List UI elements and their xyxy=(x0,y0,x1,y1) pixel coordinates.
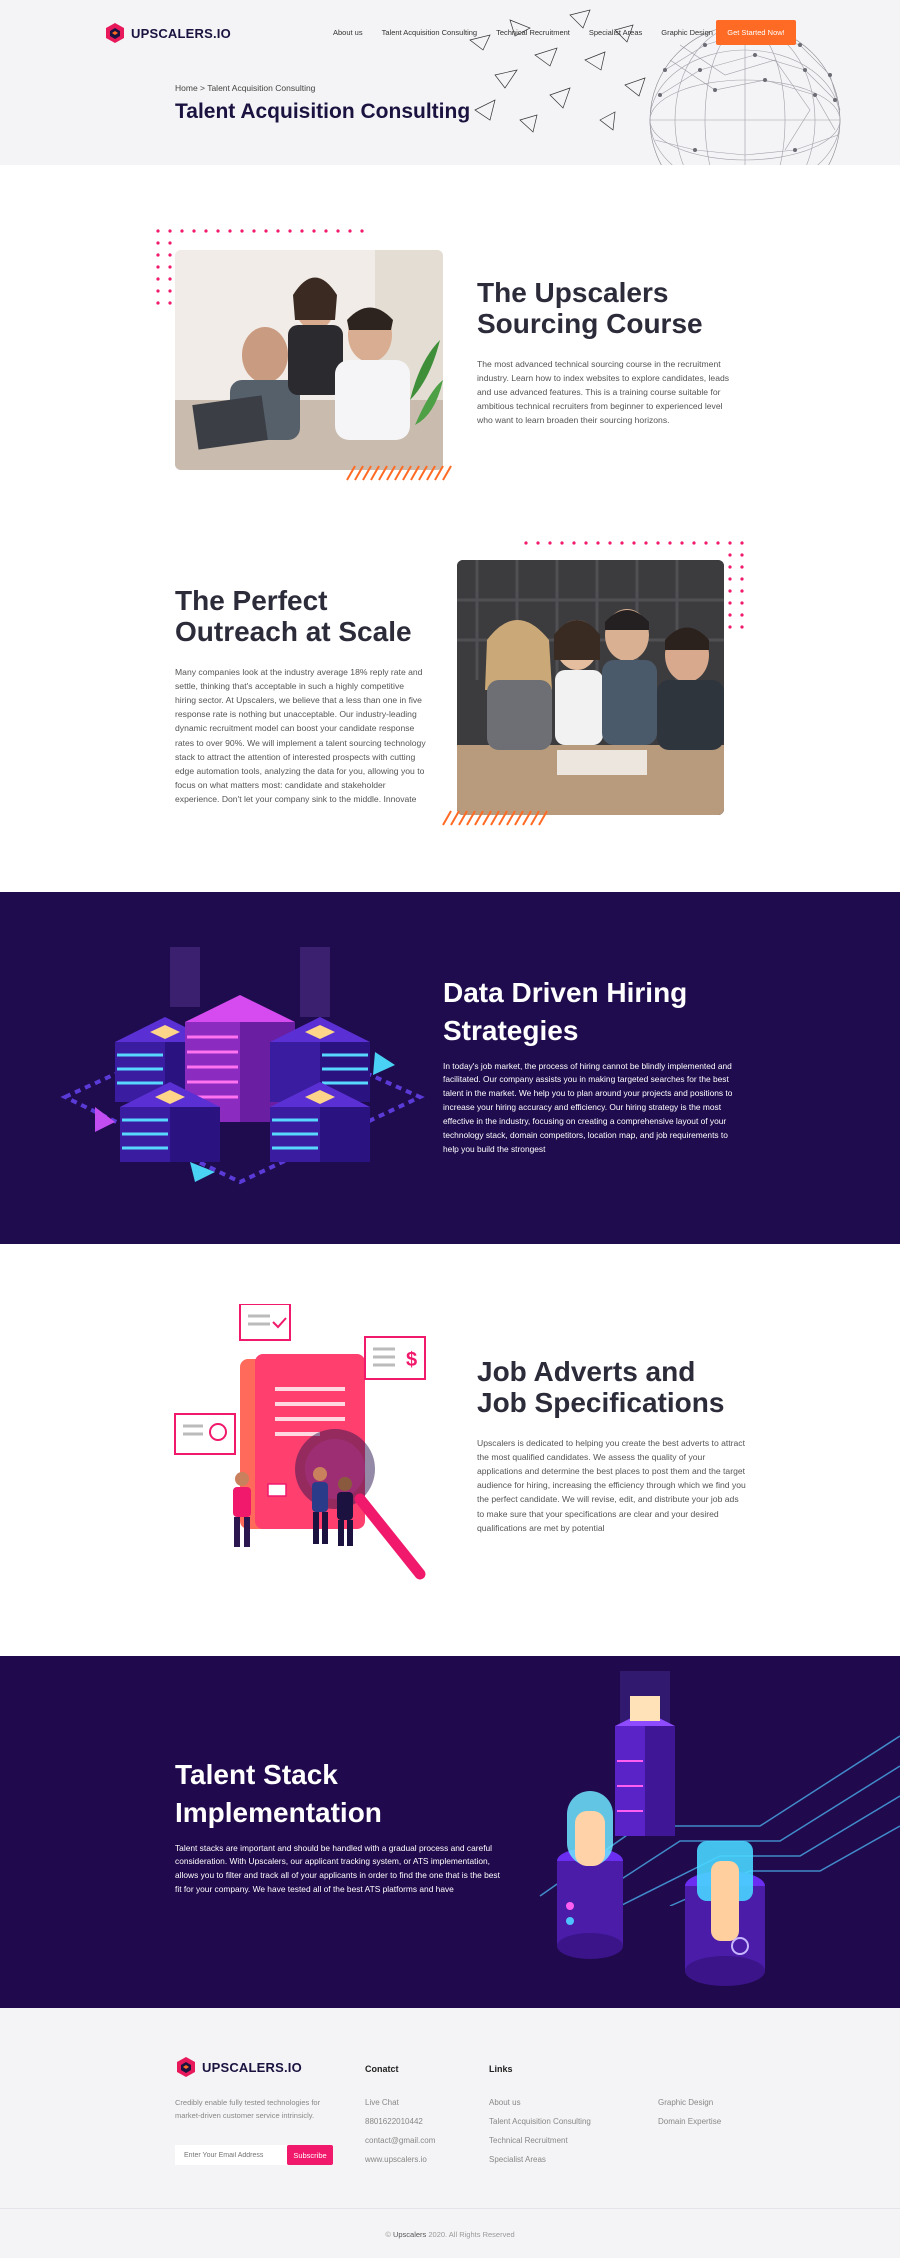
title-line-2: Outreach at Scale xyxy=(175,616,412,648)
section-title: Data Driven Hiring Strategies xyxy=(443,974,733,1050)
links-heading: Links xyxy=(489,2064,513,2074)
footer-link-graphic-design[interactable]: Graphic Design xyxy=(658,2098,721,2117)
page-header: UPSCALERS.IO About us Talent Acquisition… xyxy=(0,0,900,165)
title-line-1: Job Adverts and xyxy=(477,1356,696,1387)
section-data-driven: Data Driven Hiring Strategies In today's… xyxy=(0,892,900,1244)
site-footer: UPSCALERS.IO Credibly enable fully teste… xyxy=(0,2008,900,2208)
page-title: Talent Acquisition Consulting xyxy=(175,100,471,123)
section-talent-stack: Talent Stack Implementation Talent stack… xyxy=(0,1656,900,2008)
meeting-photo-illustration xyxy=(457,560,724,815)
brand-name: UPSCALERS.IO xyxy=(202,2059,302,2075)
footer-link-domain-expertise[interactable]: Domain Expertise xyxy=(658,2117,721,2136)
meeting-photo xyxy=(457,560,724,815)
title-line-2: Job Specifications xyxy=(477,1387,725,1419)
title-line-2: Implementation xyxy=(175,1796,382,1828)
nav-link-specialist-areas[interactable]: Specialist Areas xyxy=(589,28,642,37)
footer-link-specialist-areas[interactable]: Specialist Areas xyxy=(489,2155,591,2174)
section-text: Upscalers is dedicated to helping you cr… xyxy=(477,1437,746,1533)
contact-heading: Conatct xyxy=(365,2064,399,2074)
nav-link-graphic-design[interactable]: Graphic Design xyxy=(661,28,713,37)
footer-tagline: Credibly enable fully tested technologie… xyxy=(175,2098,321,2120)
title-line-1: Data Driven Hiring xyxy=(443,977,688,1008)
footer-logo[interactable]: UPSCALERS.IO xyxy=(175,2056,302,2078)
title-line-1: Talent Stack xyxy=(175,1759,338,1790)
section-title: The Perfect Outreach at Scale xyxy=(175,585,427,648)
title-line-1: The Perfect xyxy=(175,585,328,616)
footer-link-talent-acquisition[interactable]: Talent Acquisition Consulting xyxy=(489,2117,591,2136)
server-isometric-illustration xyxy=(60,947,425,1185)
team-working-photo xyxy=(175,250,443,470)
talent-stack-illustration xyxy=(557,1671,765,1986)
subscribe-button[interactable]: Subscribe xyxy=(287,2145,333,2165)
contact-email[interactable]: contact@gmail.com xyxy=(365,2136,435,2155)
section-text: In today's job market, the process of hi… xyxy=(443,1060,733,1154)
nav-link-talent-acquisition[interactable]: Talent Acquisition Consulting xyxy=(382,28,477,37)
contact-list: Live Chat 8801622010442 contact@gmail.co… xyxy=(365,2098,435,2174)
footer-links-col-1: About us Talent Acquisition Consulting T… xyxy=(489,2098,591,2174)
section-job-adverts: $ Job Adverts and Job Specifications Ups… xyxy=(0,1244,900,1656)
section-title: Talent Stack Implementation xyxy=(175,1756,505,1832)
title-line-2: Sourcing Course xyxy=(477,308,703,340)
nav-link-technical-recruitment[interactable]: Technical Recruitment xyxy=(496,28,570,37)
nav-links: About us Talent Acquisition Consulting T… xyxy=(333,28,732,37)
footer-link-about[interactable]: About us xyxy=(489,2098,591,2117)
title-line-1: The Upscalers xyxy=(477,277,669,308)
subscribe-email-input[interactable] xyxy=(175,2145,287,2165)
svg-text:$: $ xyxy=(406,1349,417,1371)
team-photo-illustration xyxy=(175,250,443,470)
contact-live-chat[interactable]: Live Chat xyxy=(365,2098,435,2117)
section-outreach: The Perfect Outreach at Scale Many compa… xyxy=(0,470,900,892)
footer-links-col-2: Graphic Design Domain Expertise xyxy=(658,2098,721,2136)
copyright-symbol: © xyxy=(385,2230,393,2239)
section-sourcing-course: The Upscalers Sourcing Course The most a… xyxy=(0,165,900,481)
decorative-stripes xyxy=(442,810,548,826)
upscalers-logo-icon xyxy=(177,2057,195,2077)
copyright-text: 2020. All Rights Reserved xyxy=(426,2230,515,2239)
section-text: The most advanced technical sourcing cou… xyxy=(477,358,730,426)
section-text: Many companies look at the industry aver… xyxy=(175,666,426,805)
main-navigation: UPSCALERS.IO About us Talent Acquisition… xyxy=(0,20,900,50)
section-title: The Upscalers Sourcing Course xyxy=(477,277,737,340)
upscalers-logo-icon xyxy=(106,23,124,43)
brand-logo[interactable]: UPSCALERS.IO xyxy=(104,22,231,44)
copyright-brand[interactable]: Upscalers xyxy=(393,2230,426,2239)
job-advert-illustration: $ xyxy=(174,1304,426,1580)
section-title: Job Adverts and Job Specifications xyxy=(477,1356,747,1419)
title-line-2: Strategies xyxy=(443,1014,579,1046)
breadcrumb[interactable]: Home > Talent Acquisition Consulting xyxy=(175,83,315,93)
section-text: Talent stacks are important and should b… xyxy=(175,1842,500,1895)
brand-name: UPSCALERS.IO xyxy=(131,25,231,41)
contact-phone[interactable]: 8801622010442 xyxy=(365,2117,435,2136)
contact-website[interactable]: www.upscalers.io xyxy=(365,2155,435,2174)
footer-link-technical-recruitment[interactable]: Technical Recruitment xyxy=(489,2136,591,2155)
get-started-button[interactable]: Get Started Now! xyxy=(716,20,796,45)
nav-link-about[interactable]: About us xyxy=(333,28,363,37)
